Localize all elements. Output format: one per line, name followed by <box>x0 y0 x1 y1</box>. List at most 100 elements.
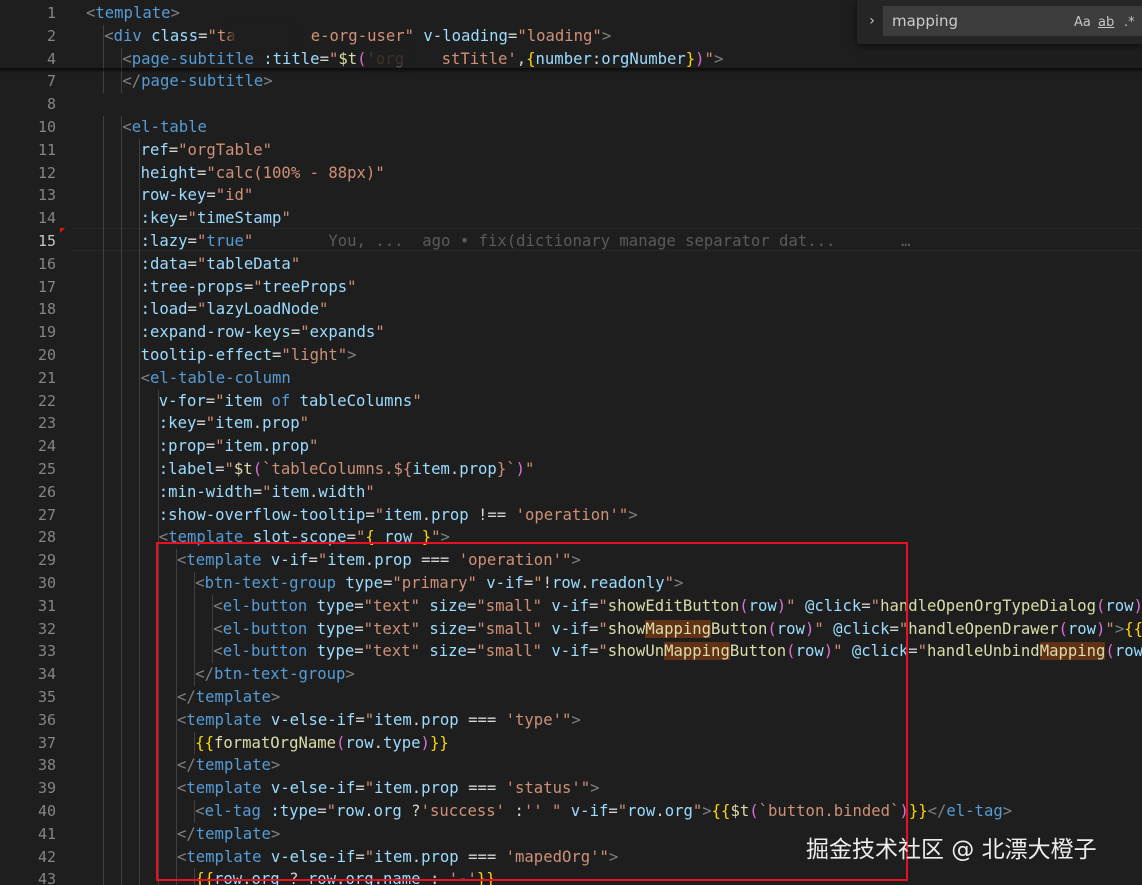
code-token: === <box>458 710 506 729</box>
indent-guide <box>103 161 104 185</box>
code-line[interactable]: :key="item.prop" <box>159 412 309 435</box>
code-line[interactable]: <el-button type="text" size="small" v-if… <box>213 640 1142 663</box>
code-token: ) <box>515 460 525 478</box>
code-line[interactable]: </template> <box>177 754 280 777</box>
indent-guide <box>157 594 159 618</box>
indent-guide <box>175 640 177 664</box>
git-change-marker[interactable] <box>60 228 65 233</box>
code-token: orgNumber <box>601 49 686 68</box>
code-line[interactable]: :expand-row-keys="expands" <box>141 321 385 344</box>
code-line[interactable]: </template> <box>177 823 280 846</box>
toggle-replace-icon[interactable]: › <box>863 10 881 32</box>
whole-word-icon[interactable]: ab <box>1098 15 1114 30</box>
code-line[interactable]: {{formatOrgName(row.type)}} <box>195 732 449 755</box>
code-token: :load <box>140 300 188 319</box>
code-token: > <box>590 779 600 798</box>
code-token: item <box>215 414 253 433</box>
code-line[interactable]: :data="tableData" <box>141 253 301 276</box>
code-token: ( <box>252 460 263 478</box>
code-line[interactable]: <btn-text-group type="primary" v-if="!ro… <box>195 572 683 595</box>
code-line[interactable]: <el-tag :type="row.org ?'success' :'' " … <box>195 800 1012 823</box>
code-line[interactable]: :label="$t(`tableColumns.${item.prop}`)" <box>159 458 535 481</box>
code-line[interactable]: <el-button type="text" size="small" v-if… <box>213 618 1142 641</box>
code-token: : <box>420 870 449 885</box>
code-token: " <box>814 619 824 638</box>
code-token: item <box>374 710 412 729</box>
code-token: height <box>140 163 197 182</box>
code-token: > <box>263 72 273 91</box>
code-line[interactable]: height="calc(100% - 88px)" <box>141 162 385 185</box>
code-editor[interactable]: 1 2 4 7 8 10 11 12 13 14 15 16 17 18 19 20 21 22 23 24 25 26 2… <box>0 0 1142 885</box>
search-match-highlight: Mapping <box>664 642 730 661</box>
code-token: = <box>355 779 365 798</box>
code-line[interactable]: ref="orgTable" <box>141 139 272 162</box>
code-token: 'mapedOrg' <box>505 847 600 866</box>
code-token: template <box>168 528 244 547</box>
code-token: ) <box>804 619 815 638</box>
redacted-region <box>230 24 290 46</box>
indent-guide <box>103 458 104 481</box>
code-line[interactable]: <div class="ta e-org-user" v-loading="lo… <box>104 25 611 48</box>
code-token: . <box>373 733 383 752</box>
code-line[interactable]: v-for="item of tableColumns" <box>159 390 422 413</box>
code-token: " <box>364 779 375 798</box>
line-number: 10 <box>37 118 56 136</box>
code-line[interactable]: <template slot-scope="{ row }"> <box>159 526 450 549</box>
code-token: el-button <box>222 596 308 615</box>
code-token: </ <box>177 688 196 706</box>
code-line[interactable]: :show-overflow-tooltip="item.prop !== 'o… <box>159 504 638 527</box>
code-token: . <box>364 802 374 820</box>
code-line[interactable]: :lazy="true" You, ... ago • fix(dictiona… <box>141 230 911 253</box>
code-line[interactable]: :load="lazyLoadNode" <box>141 298 329 321</box>
indent-guide <box>157 754 159 778</box>
code-line[interactable]: <template v-else-if="item.prop === 'type… <box>177 709 581 732</box>
code-line[interactable]: </page-subtitle> <box>122 70 272 93</box>
code-token: formatOrgName <box>213 733 337 752</box>
code-line[interactable]: <el-table <box>122 116 207 139</box>
indent-guide <box>157 617 159 641</box>
code-line[interactable]: :key="timeStamp" <box>141 207 291 230</box>
indent-guide <box>194 640 195 664</box>
code-line[interactable]: </btn-text-group> <box>195 663 355 686</box>
indent-guide <box>139 389 141 413</box>
code-line[interactable]: tooltip-effect="light"> <box>141 344 357 367</box>
code-token: true <box>206 232 244 250</box>
code-token: prop <box>421 847 459 866</box>
indent-guide <box>157 731 159 755</box>
code-line[interactable]: <page-subtitle :title="$t('org stTitle',… <box>122 48 723 71</box>
code-line[interactable]: <template v-else-if="item.prop === 'stat… <box>177 777 600 800</box>
code-token: " <box>598 642 608 661</box>
indent-guide <box>103 298 104 322</box>
regex-icon[interactable]: .* <box>1124 15 1135 30</box>
code-line[interactable]: {{row.org ? row.org.name : '-'}} <box>195 868 496 885</box>
code-token: of <box>271 391 291 410</box>
code-line[interactable]: <template v-else-if="item.prop === 'mape… <box>177 846 618 869</box>
code-line[interactable]: </template> <box>177 686 280 709</box>
code-line[interactable]: :prop="item.prop" <box>159 435 319 458</box>
code-token: row <box>1105 596 1134 615</box>
code-token: '' <box>523 802 543 820</box>
code-line[interactable]: <el-table-column <box>141 367 291 390</box>
code-token: ) <box>776 596 787 615</box>
code-token: width <box>318 482 366 501</box>
indent-guide <box>121 845 123 869</box>
code-line[interactable]: :min-width="item.width" <box>159 481 375 504</box>
code-token: row <box>213 870 243 885</box>
code-line[interactable]: row-key="id" <box>141 184 254 207</box>
line-number: 41 <box>37 824 56 843</box>
code-token: === <box>411 551 459 570</box>
code-token: > <box>440 528 450 547</box>
match-case-icon[interactable]: Aa <box>1074 15 1091 30</box>
code-token: = <box>466 596 477 615</box>
code-token: showUn <box>607 642 665 661</box>
find-input[interactable]: mapping Aa ab .* <box>883 6 1142 36</box>
indent-guide <box>103 389 104 413</box>
code-line[interactable]: <template> <box>86 2 180 25</box>
code-token: {{ <box>711 802 731 820</box>
code-token: " <box>375 323 385 342</box>
code-line[interactable]: <el-button type="text" size="small" v-if… <box>213 595 1142 618</box>
code-line[interactable]: <template v-if="item.prop === 'operation… <box>177 549 581 572</box>
code-line[interactable]: :tree-props="treeProps" <box>141 276 357 299</box>
code-token: " <box>533 574 543 592</box>
